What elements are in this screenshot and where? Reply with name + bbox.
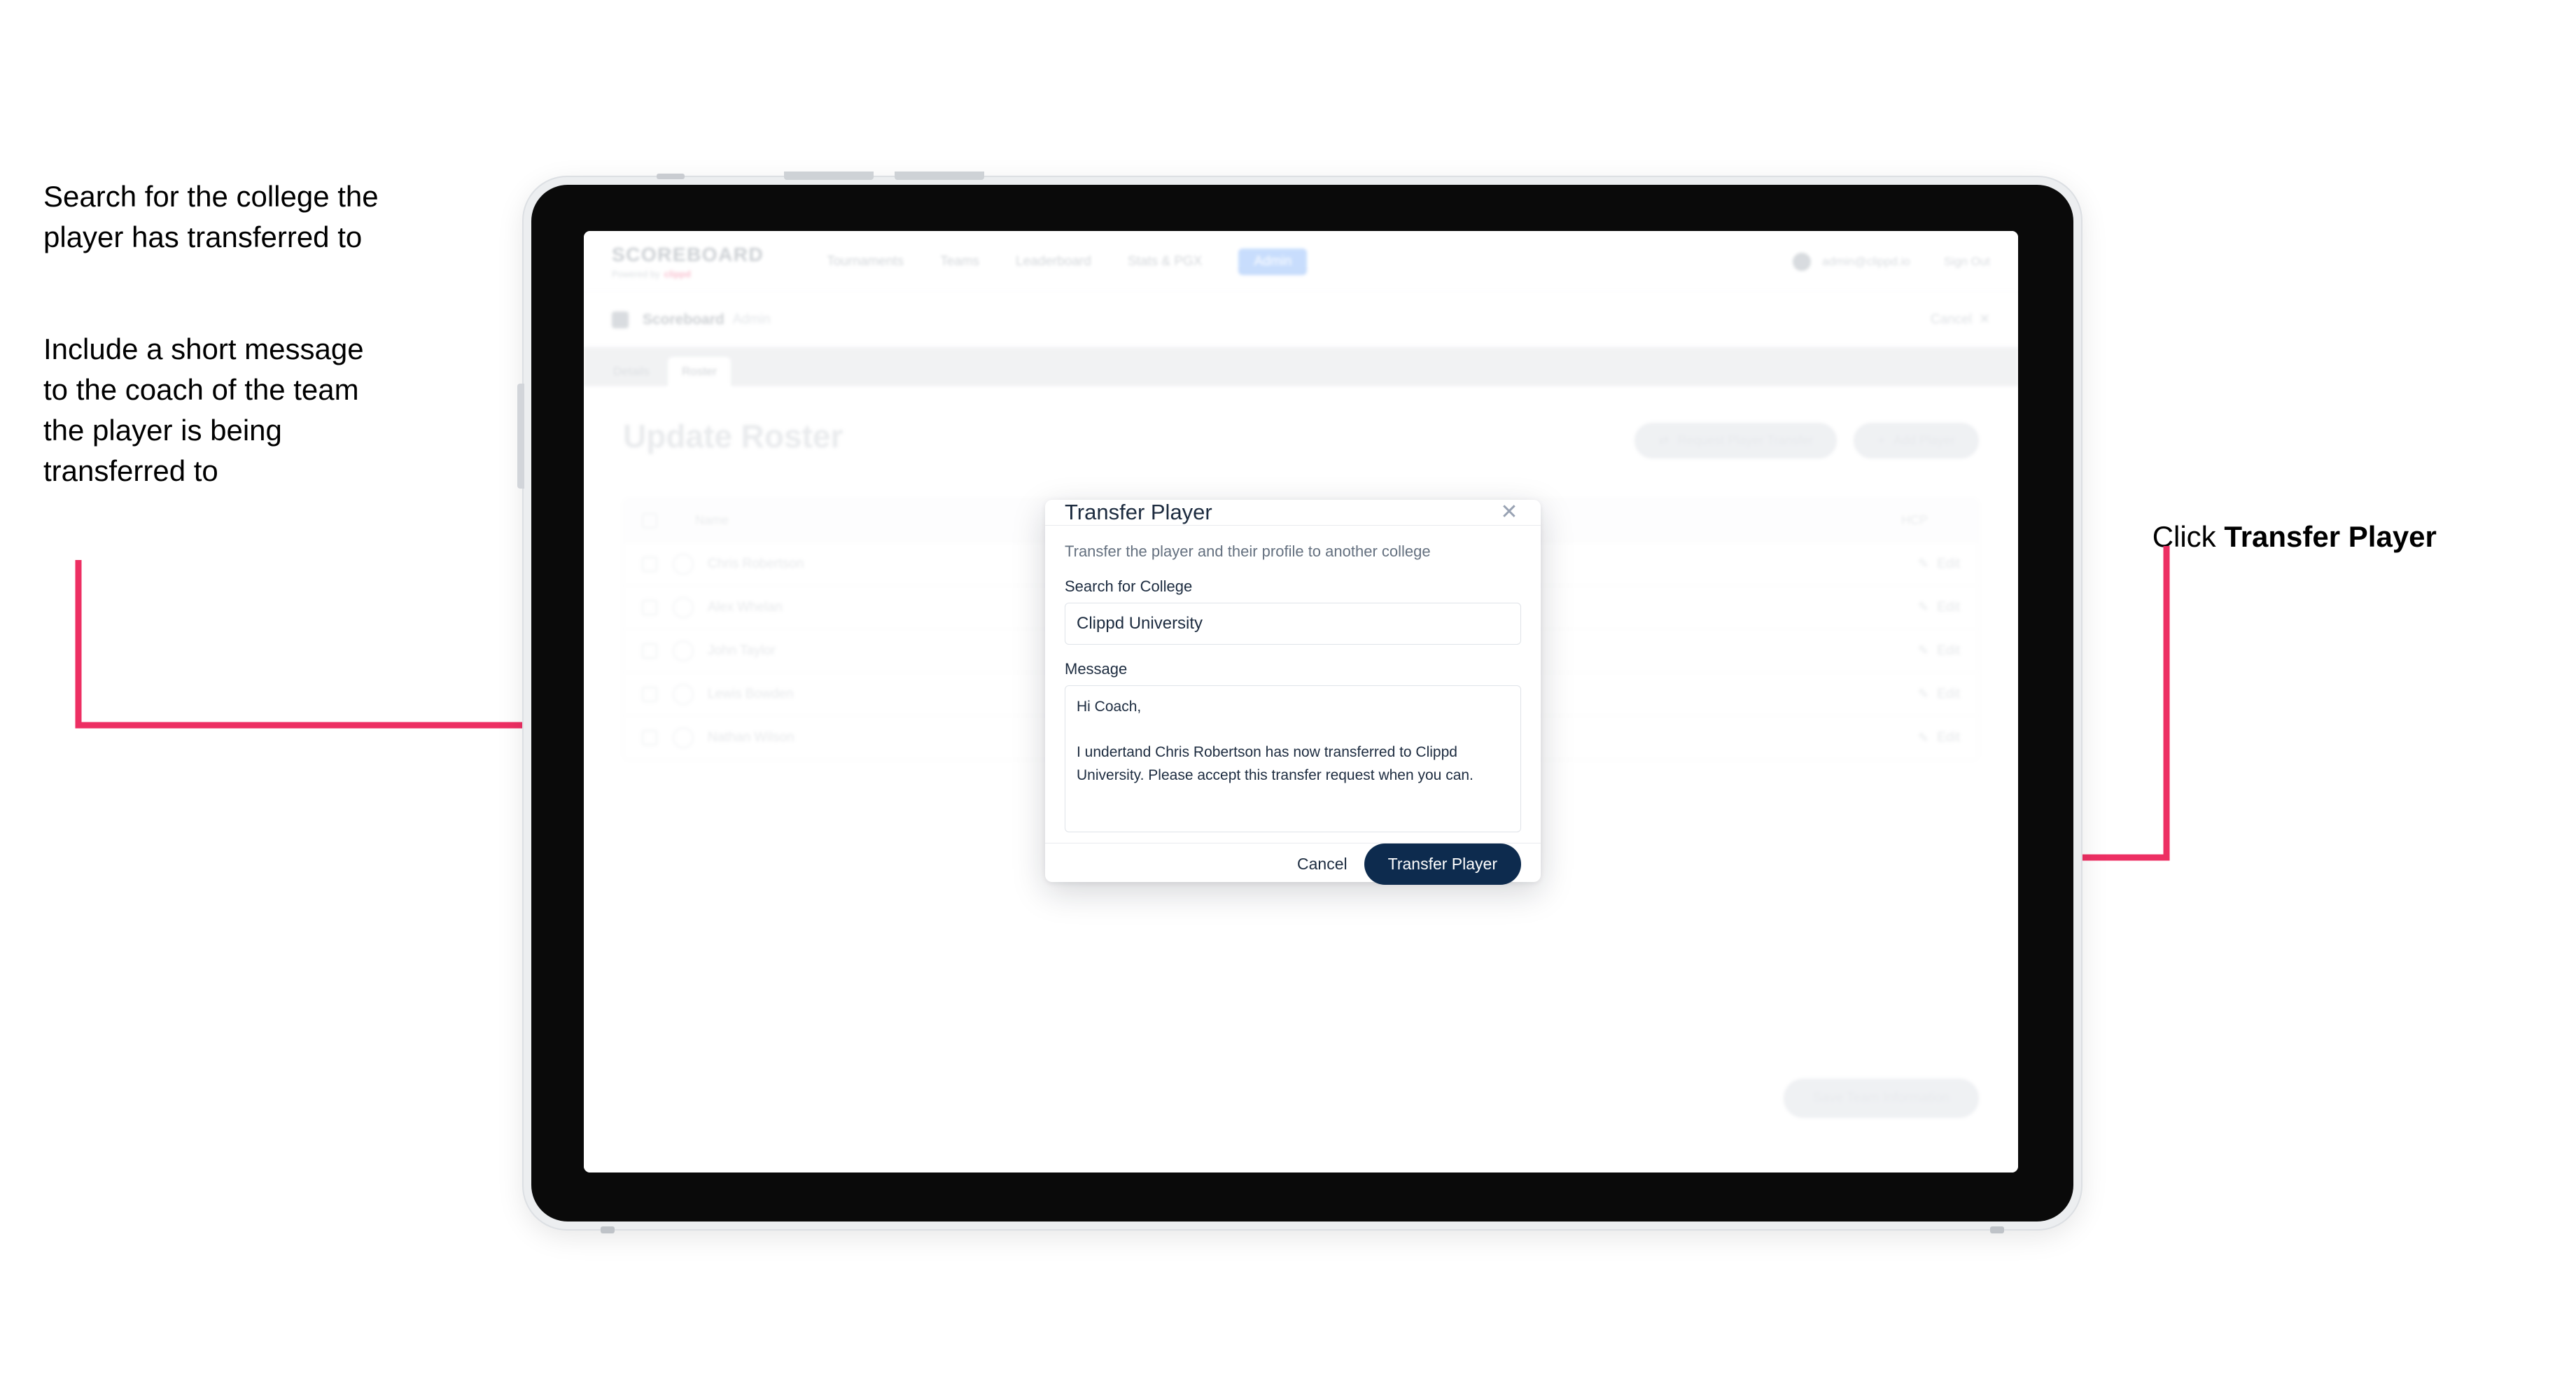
tablet-volume-up-button[interactable] bbox=[784, 172, 874, 180]
close-icon[interactable]: ✕ bbox=[1497, 500, 1521, 524]
save-team-information-button[interactable]: Save Team Information bbox=[1783, 1079, 1979, 1118]
search-college-label: Search for College bbox=[1065, 578, 1193, 595]
edit-player-button[interactable]: ✎ Edit bbox=[1918, 643, 1960, 659]
row-checkbox[interactable] bbox=[642, 643, 657, 659]
brand-sub-mark: clippd bbox=[664, 269, 691, 279]
tablet-foot-right bbox=[1990, 1226, 2004, 1233]
sign-out-link[interactable]: Sign Out bbox=[1944, 255, 1990, 269]
brand-wordmark: SCOREBOARD bbox=[612, 244, 764, 265]
request-player-transfer-label: Request Player Transfer bbox=[1677, 433, 1814, 447]
row-checkbox[interactable] bbox=[642, 686, 657, 702]
annotation-search-college: Search for the college the player has tr… bbox=[43, 180, 379, 253]
edit-player-button[interactable]: ✎ Edit bbox=[1918, 730, 1960, 746]
pencil-icon: ✎ bbox=[1918, 687, 1929, 701]
annotation-click-prefix: Click bbox=[2152, 519, 2225, 553]
breadcrumb-cancel-button[interactable]: Cancel ✕ bbox=[1931, 312, 1990, 328]
nav-link-admin[interactable]: Admin bbox=[1238, 248, 1308, 275]
edit-player-button[interactable]: ✎ Edit bbox=[1918, 687, 1960, 702]
request-player-transfer-button[interactable]: ⇄ Request Player Transfer bbox=[1634, 423, 1837, 458]
modal-body: Transfer the player and their profile to… bbox=[1045, 526, 1541, 843]
select-all-checkbox[interactable] bbox=[642, 512, 657, 528]
player-avatar bbox=[673, 683, 694, 705]
edit-label: Edit bbox=[1937, 643, 1960, 658]
message-label: Message bbox=[1065, 660, 1128, 678]
page-action-buttons: ⇄ Request Player Transfer + Add Player bbox=[1634, 423, 1979, 458]
column-header-hcp: HCP bbox=[1900, 513, 1928, 527]
brand-logo[interactable]: SCOREBOARD Powered by clippd bbox=[612, 244, 764, 279]
row-checkbox[interactable] bbox=[642, 599, 657, 615]
nav-link-leaderboard[interactable]: Leaderboard bbox=[1016, 254, 1091, 270]
field-search-college: Search for College bbox=[1065, 578, 1521, 645]
modal-header: Transfer Player ✕ bbox=[1045, 500, 1541, 526]
nav-link-teams[interactable]: Teams bbox=[940, 254, 979, 270]
annotation-click-transfer: Click Transfer Player bbox=[2120, 476, 2554, 598]
scoreboard-icon bbox=[612, 311, 629, 328]
breadcrumb-title: Scoreboard bbox=[643, 311, 724, 328]
breadcrumb-subtitle: Admin bbox=[732, 312, 771, 327]
player-name: John Taylor bbox=[708, 643, 776, 658]
add-player-button[interactable]: + Add Player bbox=[1854, 423, 1979, 458]
brand-sub-prefix: Powered by bbox=[612, 269, 660, 279]
edit-label: Edit bbox=[1937, 599, 1960, 615]
modal-footer: Cancel Transfer Player bbox=[1045, 843, 1541, 885]
tablet-foot-left bbox=[601, 1226, 615, 1233]
add-player-label: Add Player bbox=[1893, 433, 1955, 447]
tablet-volume-down-button[interactable] bbox=[895, 172, 984, 180]
tablet-top-notch bbox=[657, 174, 685, 179]
player-avatar bbox=[673, 727, 694, 748]
close-icon: ✕ bbox=[1979, 312, 1990, 327]
annotation-include-message: Include a short message to the coach of … bbox=[43, 332, 364, 487]
player-name: Chris Robertson bbox=[708, 556, 804, 571]
player-name: Lewis Bowden bbox=[708, 686, 794, 701]
row-checkbox[interactable] bbox=[642, 730, 657, 746]
pencil-icon: ✎ bbox=[1918, 643, 1929, 657]
edit-label: Edit bbox=[1937, 686, 1960, 701]
modal-description: Transfer the player and their profile to… bbox=[1065, 542, 1431, 560]
plus-icon: + bbox=[1877, 433, 1885, 447]
save-button-wrapper: Save Team Information bbox=[1783, 1079, 1979, 1118]
player-name: Alex Whelan bbox=[708, 599, 783, 615]
screenshot-stage: Search for the college the player has tr… bbox=[0, 0, 2576, 1386]
tab-details[interactable]: Details bbox=[599, 357, 664, 386]
pencil-icon: ✎ bbox=[1918, 556, 1929, 570]
field-message: Message bbox=[1065, 660, 1521, 836]
edit-player-button[interactable]: ✎ Edit bbox=[1918, 600, 1960, 615]
avatar[interactable] bbox=[1792, 252, 1811, 271]
transfer-icon: ⇄ bbox=[1658, 433, 1670, 447]
player-avatar bbox=[673, 553, 694, 575]
tab-roster[interactable]: Roster bbox=[667, 357, 732, 386]
navbar-user-area: admin@clippd.io Sign Out bbox=[1792, 252, 1990, 271]
pencil-icon: ✎ bbox=[1918, 600, 1929, 614]
message-textarea[interactable] bbox=[1065, 685, 1521, 832]
navbar-links: Tournaments Teams Leaderboard Stats & PG… bbox=[827, 248, 1308, 275]
cancel-button[interactable]: Cancel bbox=[1297, 855, 1348, 874]
breadcrumb-bar: Scoreboard Admin Cancel ✕ bbox=[584, 293, 2018, 347]
edit-player-button[interactable]: ✎ Edit bbox=[1918, 556, 1960, 572]
search-college-input[interactable] bbox=[1065, 603, 1521, 645]
row-checkbox[interactable] bbox=[642, 556, 657, 572]
tablet-power-button[interactable] bbox=[517, 384, 524, 489]
edit-label: Edit bbox=[1937, 730, 1960, 745]
app-tab-strip: Details Roster bbox=[584, 347, 2018, 386]
pencil-icon: ✎ bbox=[1918, 730, 1929, 745]
edit-label: Edit bbox=[1937, 556, 1960, 571]
column-header-name: Name bbox=[695, 513, 729, 527]
transfer-player-modal: Transfer Player ✕ Transfer the player an… bbox=[1045, 500, 1541, 885]
modal-title: Transfer Player bbox=[1065, 500, 1212, 524]
brand-subtitle: Powered by clippd bbox=[612, 269, 764, 279]
annotation-click-bold: Transfer Player bbox=[2224, 519, 2437, 553]
player-avatar bbox=[673, 596, 694, 618]
transfer-player-button[interactable]: Transfer Player bbox=[1364, 844, 1521, 885]
player-avatar bbox=[673, 640, 694, 662]
app-navbar: SCOREBOARD Powered by clippd Tournaments… bbox=[584, 231, 2018, 293]
breadcrumb-cancel-label: Cancel bbox=[1930, 312, 1973, 327]
player-name: Nathan Wilson bbox=[708, 730, 794, 745]
nav-link-tournaments[interactable]: Tournaments bbox=[827, 254, 904, 270]
nav-link-stats-pgx[interactable]: Stats & PGX bbox=[1128, 254, 1203, 270]
user-email: admin@clippd.io bbox=[1821, 254, 1910, 268]
